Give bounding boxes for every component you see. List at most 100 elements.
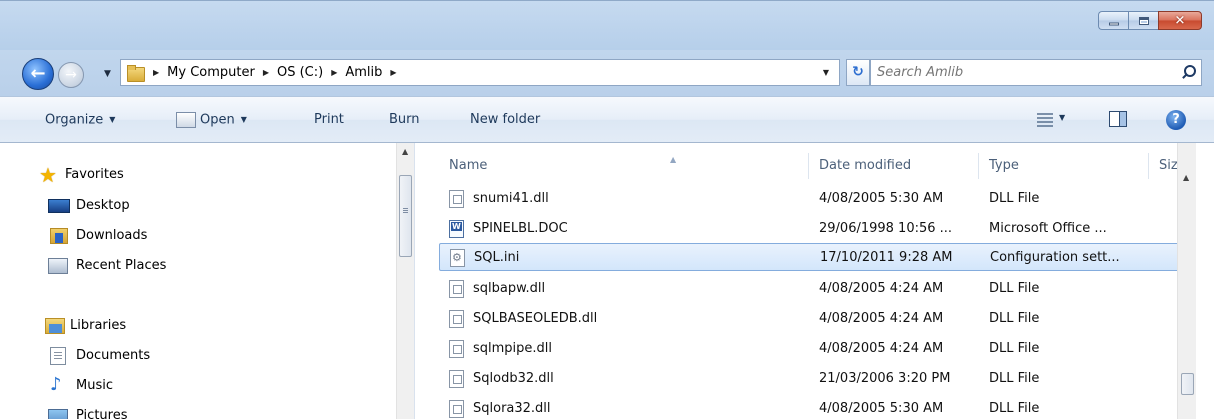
file-type: DLL File — [989, 371, 1040, 386]
column-name-label: Name — [449, 158, 488, 173]
file-name: sqlmpipe.dll — [473, 341, 553, 356]
breadcrumb-amlib[interactable]: Amlib — [345, 65, 382, 80]
file-date: 4/08/2005 5:30 AM — [819, 191, 944, 206]
refresh-icon: ↻ — [852, 64, 864, 80]
chevron-down-icon[interactable]: ▼ — [1059, 113, 1065, 122]
config-file-icon — [450, 249, 465, 267]
help-icon[interactable]: ? — [1166, 110, 1186, 130]
forward-arrow-icon: → — [65, 67, 77, 83]
window-controls: ✕ — [1098, 11, 1202, 30]
table-row[interactable]: SQLBASEOLEDB.dll 4/08/2005 4:24 AM DLL F… — [439, 305, 1189, 333]
table-row[interactable]: sqlmpipe.dll 4/08/2005 4:24 AM DLL File — [439, 335, 1189, 363]
breadcrumb-separator-icon[interactable]: ▶ — [331, 68, 337, 77]
file-type: Configuration sett... — [990, 250, 1120, 265]
documents-icon — [50, 347, 66, 365]
search-box[interactable] — [870, 59, 1202, 86]
file-date: 4/08/2005 4:24 AM — [819, 281, 944, 296]
address-dropdown-icon[interactable]: ▼ — [823, 68, 829, 77]
breadcrumb-separator-icon[interactable]: ▶ — [153, 68, 159, 77]
open-icon — [176, 112, 196, 128]
recent-places-icon — [48, 258, 68, 274]
forward-button[interactable]: → — [58, 62, 84, 88]
minimize-button[interactable] — [1098, 11, 1128, 30]
file-date: 17/10/2011 9:28 AM — [820, 250, 953, 265]
search-icon[interactable] — [1181, 65, 1196, 79]
breadcrumb-my-computer[interactable]: My Computer — [167, 65, 255, 80]
breadcrumb-separator-icon[interactable]: ▶ — [263, 68, 269, 77]
column-date-modified[interactable]: Date modified — [809, 153, 979, 179]
table-row-selected[interactable]: SQL.ini 17/10/2011 9:28 AM Configuration… — [439, 243, 1189, 271]
search-input[interactable] — [877, 65, 1167, 80]
nav-scroll-thumb[interactable] — [399, 175, 412, 257]
recent-pages-dropdown[interactable]: ▼ — [104, 69, 111, 79]
open-label: Open — [200, 112, 235, 128]
address-bar[interactable]: ▶ My Computer ▶ OS (C:) ▶ Amlib ▶ ▼ — [120, 59, 840, 86]
file-date: 4/08/2005 4:24 AM — [819, 311, 944, 326]
preview-pane-icon[interactable] — [1109, 111, 1127, 127]
file-name: sqlbapw.dll — [473, 281, 546, 296]
table-row[interactable]: Sqlodb32.dll 21/03/2006 3:20 PM DLL File — [439, 365, 1189, 393]
file-name: SQLBASEOLEDB.dll — [473, 311, 598, 326]
table-row[interactable]: SPINELBL.DOC 29/06/1998 10:56 ... Micros… — [439, 215, 1189, 243]
scroll-up-icon[interactable]: ▲ — [1183, 173, 1189, 182]
breadcrumb-separator-icon[interactable]: ▶ — [390, 68, 396, 77]
file-name: SPINELBL.DOC — [473, 221, 568, 236]
file-type: DLL File — [989, 401, 1040, 416]
close-button[interactable]: ✕ — [1158, 11, 1202, 30]
nav-recent-places-label: Recent Places — [76, 258, 167, 273]
column-size-label: Siz — [1159, 158, 1178, 173]
breadcrumb-os-c[interactable]: OS (C:) — [277, 65, 323, 80]
column-size[interactable]: Siz — [1149, 153, 1179, 179]
organize-label: Organize — [45, 112, 104, 128]
nav-pictures-label: Pictures — [76, 408, 128, 419]
file-list-scrollbar[interactable]: ▲ — [1177, 143, 1196, 419]
new-folder-button[interactable]: New folder — [470, 110, 540, 130]
word-document-icon — [449, 220, 464, 238]
back-button[interactable]: ← — [22, 58, 54, 90]
nav-scrollbar[interactable]: ▲ — [396, 143, 414, 419]
table-row[interactable]: snumi41.dll 4/08/2005 5:30 AM DLL File — [439, 185, 1189, 213]
sort-ascending-icon: ▲ — [670, 155, 677, 164]
nav-favorites-label: Favorites — [65, 167, 124, 182]
file-date: 4/08/2005 5:30 AM — [819, 401, 944, 416]
file-list-scroll-thumb[interactable] — [1181, 373, 1194, 395]
column-name[interactable]: Name ▲ — [439, 153, 809, 179]
table-row[interactable]: sqlbapw.dll 4/08/2005 4:24 AM DLL File — [439, 275, 1189, 303]
column-type-label: Type — [989, 158, 1019, 173]
dll-file-icon — [449, 190, 464, 208]
file-list: Name ▲ Date modified Type Siz snumi41.dl… — [419, 143, 1214, 419]
downloads-icon — [50, 228, 68, 244]
file-name: Sqlora32.dll — [473, 401, 551, 416]
change-view-icon[interactable] — [1037, 113, 1053, 127]
nav-downloads-label: Downloads — [76, 228, 148, 243]
file-date: 21/03/2006 3:20 PM — [819, 371, 951, 386]
maximize-button[interactable] — [1128, 11, 1158, 30]
file-date: 4/08/2005 4:24 AM — [819, 341, 944, 356]
organize-button[interactable]: Organize ▼ — [45, 110, 115, 130]
dll-file-icon — [449, 310, 464, 328]
column-type[interactable]: Type — [979, 153, 1149, 179]
file-type: Microsoft Office ... — [989, 221, 1107, 236]
file-type: DLL File — [989, 341, 1040, 356]
minimize-icon — [1108, 22, 1119, 25]
nav-music-label: Music — [76, 378, 113, 393]
dll-file-icon — [449, 370, 464, 388]
nav-documents-label: Documents — [76, 348, 151, 363]
music-icon: ♪ — [50, 374, 62, 395]
nav-desktop-label: Desktop — [76, 198, 130, 213]
print-button[interactable]: Print — [314, 110, 344, 130]
open-button[interactable]: Open ▼ — [176, 110, 247, 130]
libraries-icon — [45, 318, 65, 334]
table-row[interactable]: Sqlora32.dll 4/08/2005 5:30 AM DLL File — [439, 395, 1189, 419]
close-icon: ✕ — [1174, 13, 1186, 28]
refresh-button[interactable]: ↻ — [846, 59, 870, 86]
desktop-icon — [48, 199, 70, 213]
file-type: DLL File — [989, 281, 1040, 296]
file-type: DLL File — [989, 311, 1040, 326]
burn-button[interactable]: Burn — [389, 110, 420, 130]
scroll-up-icon[interactable]: ▲ — [402, 147, 408, 156]
file-date: 29/06/1998 10:56 ... — [819, 221, 953, 236]
chevron-down-icon: ▼ — [240, 115, 247, 124]
command-bar: Organize ▼ Open ▼ Print Burn New folder ▼ … — [0, 96, 1214, 143]
star-icon: ★ — [39, 163, 57, 187]
